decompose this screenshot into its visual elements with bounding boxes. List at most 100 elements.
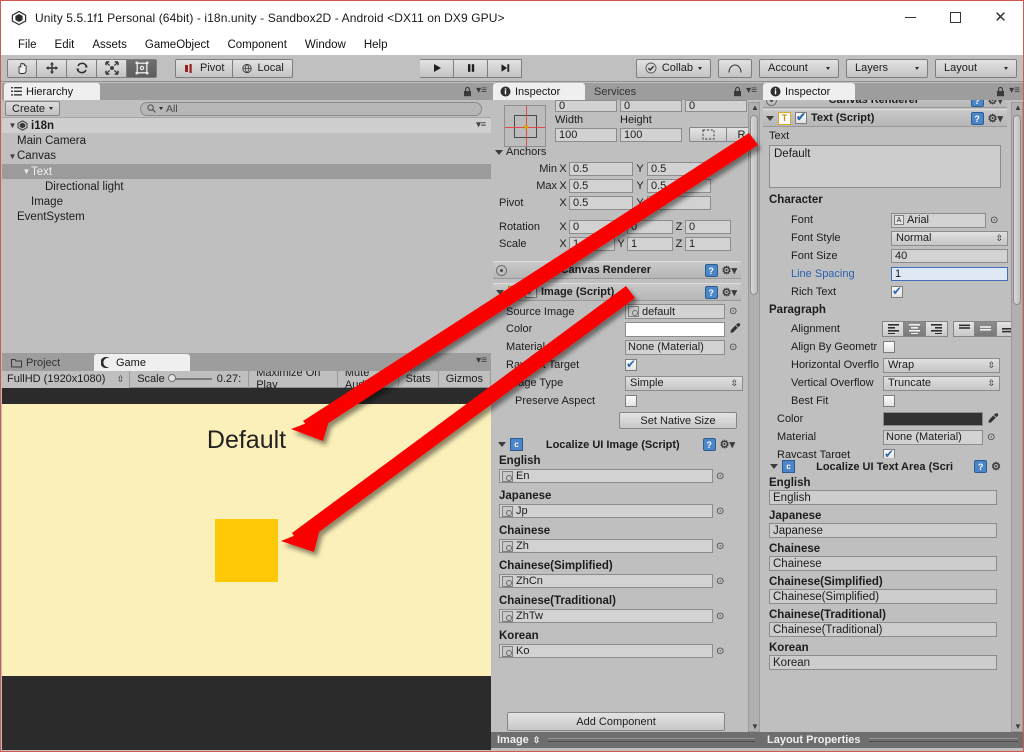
font-size-field[interactable]: 40 [891, 249, 1008, 263]
help-icon[interactable]: ? [970, 111, 984, 125]
pos-z-field[interactable]: 0 [685, 100, 747, 112]
object-picker-icon[interactable]: ⊙ [729, 306, 737, 317]
anchor-max-y-field[interactable]: 0.5 [647, 179, 711, 193]
hierarchy-item-directional-light[interactable]: Directional light [2, 179, 491, 194]
text-material-field[interactable]: None (Material) [883, 429, 983, 445]
panel-menu-icon[interactable]: ▾≡ [746, 85, 757, 96]
hierarchy-search-input[interactable]: All [140, 101, 482, 116]
rotation-z-field[interactable]: 0 [685, 220, 731, 234]
align-middle-button[interactable] [975, 320, 997, 337]
add-component-button[interactable]: Add Component [507, 712, 725, 731]
expand-triangle-icon[interactable] [766, 115, 774, 121]
localize-text-area-field[interactable]: Chainese(Simplified) [769, 589, 997, 604]
hierarchy-item-image[interactable]: Image [2, 194, 491, 209]
color-swatch[interactable] [625, 321, 725, 337]
eyedropper-icon[interactable] [729, 322, 741, 337]
eyedropper-icon[interactable] [987, 412, 999, 427]
object-picker-icon[interactable]: ⊙ [987, 432, 995, 443]
scale-z-field[interactable]: 1 [685, 237, 731, 251]
anchor-min-x-field[interactable]: 0.5 [569, 162, 633, 176]
menu-item-edit[interactable]: Edit [46, 37, 84, 53]
preserve-aspect-checkbox[interactable] [625, 395, 637, 407]
image-type-dropdown[interactable]: Simple ⇳ [625, 375, 743, 391]
pivot-x-field[interactable]: 0.5 [569, 196, 633, 210]
rotate-tool-button[interactable] [67, 58, 97, 78]
menu-item-assets[interactable]: Assets [83, 37, 136, 53]
material-field[interactable]: None (Material) [625, 339, 725, 355]
move-tool-button[interactable] [37, 58, 67, 78]
localize-image-sprite-field[interactable]: ZhTw [499, 609, 713, 623]
scale-slider-knob[interactable] [167, 374, 176, 382]
localize-text-area-field[interactable]: Chainese(Traditional) [769, 622, 997, 637]
maximize-button[interactable] [933, 1, 978, 34]
canvas-renderer-header[interactable]: Canvas Renderer ? ⚙▾ [493, 261, 741, 279]
pivot-toggle-button[interactable]: Pivot [175, 58, 234, 78]
inspectorB-footer-tab[interactable]: Layout Properties [761, 732, 1023, 748]
tab-inspector-left[interactable]: Inspector [493, 83, 585, 100]
raycast-target-checkbox[interactable] [625, 357, 637, 371]
gear-icon[interactable]: ⚙▾ [988, 100, 1003, 107]
scale-y-field[interactable]: 1 [627, 237, 673, 251]
menu-item-help[interactable]: Help [355, 37, 397, 53]
stats-toggle[interactable]: Stats [399, 370, 439, 388]
gizmos-toggle[interactable]: Gizmos [439, 370, 491, 388]
lock-icon[interactable] [733, 86, 742, 96]
localize-image-sprite-field[interactable]: ZhCn [499, 574, 713, 588]
expand-triangle-icon[interactable] [496, 289, 504, 295]
tab-hierarchy[interactable]: Hierarchy [4, 83, 100, 100]
canvas-renderer-header-cut[interactable]: Canvas Renderer ? ⚙▾ [763, 100, 1007, 108]
panel-menu-icon[interactable]: ▾≡ [476, 355, 487, 366]
object-picker-icon[interactable]: ⊙ [990, 215, 998, 226]
hierarchy-item-eventsystem[interactable]: EventSystem [2, 210, 491, 225]
hierarchy-scene-row[interactable]: ▼ i18n ▾≡ [2, 118, 491, 134]
object-picker-icon[interactable]: ⊙ [716, 611, 724, 622]
expand-arrow-icon[interactable]: ▼ [8, 121, 17, 130]
tab-inspector-right[interactable]: Inspector [763, 83, 855, 100]
inspectorB-scrollbar[interactable]: ▲ ▼ [1011, 102, 1023, 732]
text-script-header[interactable]: T Text (Script) ? ⚙▾ [763, 109, 1007, 127]
localize-text-area-field[interactable]: English [769, 490, 997, 505]
minimize-button[interactable] [888, 1, 933, 34]
rich-text-checkbox[interactable] [891, 284, 903, 298]
set-native-size-button[interactable]: Set Native Size [619, 412, 737, 429]
scale-slider[interactable] [167, 374, 212, 382]
layout-button[interactable]: Layout [935, 58, 1017, 78]
best-fit-checkbox[interactable] [883, 395, 895, 407]
align-right-button[interactable] [926, 320, 948, 337]
gear-icon[interactable]: ⚙▾ [722, 286, 737, 299]
vertical-overflow-dropdown[interactable]: Truncate ⇳ [883, 375, 1000, 391]
help-icon[interactable]: ? [970, 100, 984, 107]
object-picker-icon[interactable]: ⊙ [716, 576, 724, 587]
font-style-dropdown[interactable]: Normal ⇳ [891, 230, 1008, 246]
gear-icon[interactable]: ⚙▾ [720, 438, 735, 451]
help-icon[interactable]: ? [704, 263, 718, 277]
localize-text-area-field[interactable]: Korean [769, 655, 997, 670]
image-enabled-checkbox[interactable] [525, 284, 537, 298]
panel-menu-icon[interactable]: ▾≡ [476, 85, 487, 96]
create-button[interactable]: Create [5, 101, 61, 116]
localize-image-sprite-field[interactable]: Jp [499, 504, 713, 518]
rotation-y-field[interactable]: 0 [627, 220, 673, 234]
object-picker-icon[interactable]: ⊙ [716, 646, 724, 657]
localize-text-area-field[interactable]: Japanese [769, 523, 997, 538]
hierarchy-item-text[interactable]: ▼ Text [2, 163, 491, 180]
help-icon[interactable]: ? [702, 438, 716, 451]
scroll-up-arrow-icon[interactable]: ▲ [1013, 103, 1023, 112]
pos-x-field[interactable]: 0 [555, 100, 617, 112]
font-field[interactable]: A Arial [891, 212, 986, 228]
localize-image-sprite-field[interactable]: En [499, 469, 713, 483]
scale-tool-button[interactable] [97, 58, 127, 78]
align-top-button[interactable] [953, 320, 975, 337]
line-spacing-field[interactable]: 1 [891, 267, 1008, 281]
hierarchy-item-canvas[interactable]: ▼ Canvas [2, 149, 491, 164]
inspectorA-footer-tab[interactable]: Image ⇳ [491, 732, 761, 748]
tab-services[interactable]: Services [587, 83, 659, 100]
collab-button[interactable]: Collab [635, 58, 711, 78]
scale-slider-group[interactable]: Scale 0.27: [130, 370, 250, 388]
scroll-down-arrow-icon[interactable]: ▼ [1013, 722, 1023, 731]
pivot-y-field[interactable]: 0.5 [647, 196, 711, 210]
game-viewport[interactable]: Default [2, 388, 491, 750]
height-field[interactable]: 100 [620, 127, 682, 142]
anchors-section-header[interactable]: Anchors [495, 146, 546, 158]
tab-game[interactable]: Game [94, 354, 190, 371]
